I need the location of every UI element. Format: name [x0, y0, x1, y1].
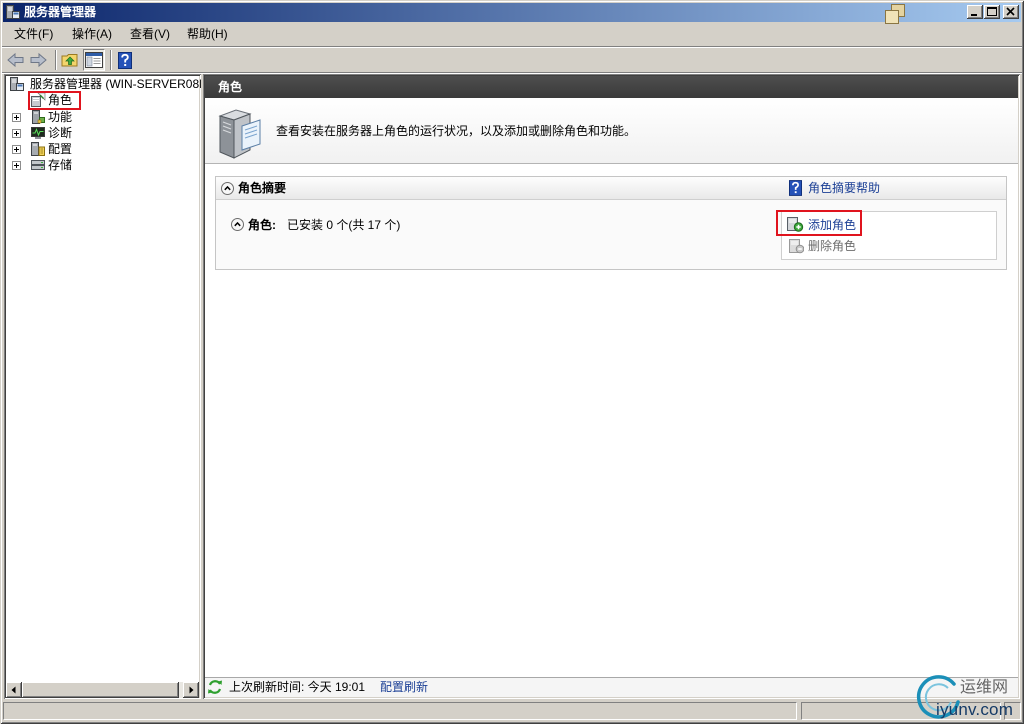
help-icon [118, 51, 132, 69]
features-icon [30, 109, 46, 125]
scroll-right-button[interactable] [183, 682, 199, 698]
show-hide-console-tree-button[interactable] [83, 49, 105, 71]
roles-summary-title: 角色摘要 [238, 181, 287, 195]
annotation-box-roles [28, 91, 81, 110]
tree-item-storage[interactable]: 存储 [48, 157, 72, 173]
expand-configuration-icon[interactable] [12, 145, 21, 154]
toolbar-separator [55, 50, 57, 70]
roles-summary-help-link[interactable]: 角色摘要帮助 [808, 180, 880, 196]
show-hide-console-tree-icon [85, 52, 103, 68]
annotation-box-add-roles [776, 210, 862, 236]
scroll-thumb[interactable] [22, 682, 179, 698]
details-pane: 角色 查看安装在服务器上角色的运行状况，以及添加或删除角色和功能。 角色摘要 角… [203, 74, 1020, 699]
tree-item-diagnostics[interactable]: 诊断 [48, 125, 72, 141]
minimize-button[interactable] [967, 5, 983, 19]
roles-summary-section: 角色摘要 角色摘要帮助 角色: 已安装 0 个(共 17 个) 添加角色 删除角… [215, 176, 1007, 270]
collapse-roles-icon[interactable] [231, 218, 244, 231]
roles-count-label: 角色: [248, 218, 276, 232]
menu-view[interactable]: 查看(V) [129, 25, 171, 44]
refresh-icon[interactable] [207, 679, 223, 695]
server-roles-icon [216, 106, 264, 160]
tree-item-configuration[interactable]: 配置 [48, 141, 72, 157]
intro-panel: 查看安装在服务器上角色的运行状况，以及添加或删除角色和功能。 [205, 98, 1018, 164]
page-header: 角色 [205, 76, 1018, 98]
refresh-status-bar: 上次刷新时间: 今天 19:01 配置刷新 [205, 677, 1018, 697]
title-bar[interactable]: 服务器管理器 [3, 3, 1021, 24]
collapse-summary-icon[interactable] [221, 182, 234, 195]
console-tree: 服务器管理器 (WIN-SERVER08R2 角色 功能 诊断 配置 存储 [4, 74, 201, 699]
configuration-icon [30, 141, 46, 157]
remove-roles-link[interactable]: 删除角色 [808, 238, 856, 254]
tree-root-server-manager[interactable]: 服务器管理器 (WIN-SERVER08R2 [30, 76, 201, 92]
forward-button[interactable] [28, 50, 48, 70]
storage-icon [30, 157, 46, 173]
menu-action[interactable]: 操作(A) [71, 25, 113, 44]
last-refresh-time: 上次刷新时间: 今天 19:01 [229, 680, 366, 694]
help-button[interactable] [115, 50, 135, 70]
expand-diagnostics-icon[interactable] [12, 129, 21, 138]
window-title: 服务器管理器 [24, 5, 97, 19]
back-arrow-icon [6, 50, 26, 70]
forward-arrow-icon [28, 50, 48, 70]
server-manager-icon [9, 76, 25, 92]
menu-help[interactable]: 帮助(H) [186, 25, 229, 44]
configure-refresh-link[interactable]: 配置刷新 [380, 679, 428, 695]
expand-features-icon[interactable] [12, 113, 21, 122]
back-button[interactable] [6, 50, 26, 70]
scroll-left-arrow-icon [10, 686, 18, 694]
maximize-button[interactable] [984, 5, 1000, 19]
menu-file[interactable]: 文件(F) [13, 25, 54, 44]
up-one-level-button[interactable] [60, 50, 80, 70]
watermark-site: iyunv.com [936, 700, 1014, 719]
remove-roles-icon [788, 238, 804, 254]
server-manager-app-icon [5, 4, 21, 20]
scroll-left-button[interactable] [6, 682, 22, 698]
expand-storage-icon[interactable] [12, 161, 21, 170]
roles-summary-header: 角色摘要 角色摘要帮助 [216, 177, 1006, 200]
up-folder-icon [60, 50, 80, 70]
status-bar-panel-main [3, 702, 797, 720]
tree-horizontal-scrollbar[interactable] [6, 682, 199, 698]
intro-description: 查看安装在服务器上角色的运行状况，以及添加或删除角色和功能。 [276, 124, 637, 138]
window-stack-icon [884, 4, 906, 24]
server-manager-window: 服务器管理器 文件(F) 操作(A) 查看(V) 帮助(H) 服务器管理器 (W… [0, 0, 1024, 724]
tree-item-features[interactable]: 功能 [48, 109, 72, 125]
close-button[interactable] [1003, 5, 1019, 19]
watermark-name: 运维网 [960, 679, 1009, 696]
toolbar-separator [110, 50, 112, 70]
scroll-right-arrow-icon [187, 686, 195, 694]
summary-help-icon[interactable] [789, 180, 802, 196]
menu-divider [2, 46, 1022, 48]
diagnostics-icon [30, 125, 46, 141]
roles-installed-status: 已安装 0 个(共 17 个) [287, 218, 401, 232]
